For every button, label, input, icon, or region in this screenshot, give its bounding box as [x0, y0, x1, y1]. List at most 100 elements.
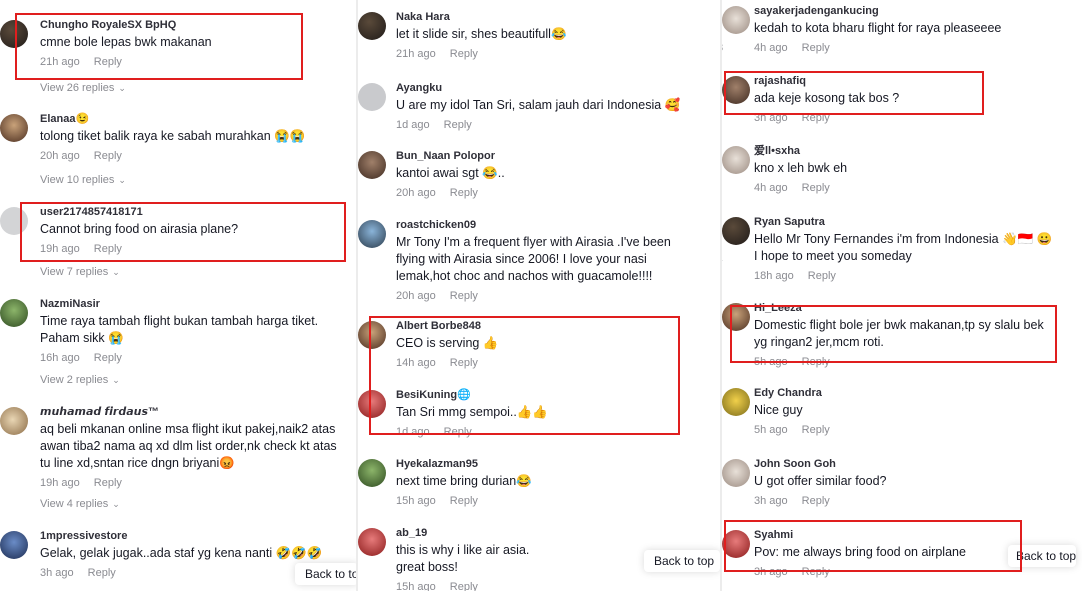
like-button[interactable]: ♡2 [722, 408, 724, 434]
chevron-down-icon: ⌄ [112, 375, 120, 385]
username[interactable]: Hyekalazman95 [396, 457, 716, 471]
reply-button[interactable]: Reply [94, 150, 122, 162]
username[interactable]: 1mpressivestore [40, 529, 352, 543]
avatar[interactable] [722, 388, 750, 416]
username[interactable]: Hi_Leeza [754, 301, 1054, 315]
avatar[interactable] [0, 114, 28, 142]
avatar[interactable] [358, 528, 386, 556]
username[interactable]: Ryan Saputra [754, 215, 1054, 229]
username[interactable]: Albert Borbe848 [396, 319, 716, 333]
reply-button[interactable]: Reply [802, 182, 830, 194]
reply-button[interactable]: Reply [450, 495, 478, 507]
reply-button[interactable]: Reply [802, 42, 830, 54]
avatar[interactable] [358, 220, 386, 248]
avatar[interactable] [0, 407, 28, 435]
reply-button[interactable]: Reply [808, 270, 836, 282]
back-to-top-button[interactable]: Back to top [644, 550, 720, 572]
username[interactable]: rajashafiq [754, 74, 1078, 88]
username[interactable]: roastchicken09 [396, 218, 690, 232]
avatar[interactable] [722, 217, 750, 245]
reply-button[interactable]: Reply [450, 357, 478, 369]
reply-button[interactable]: Reply [94, 477, 122, 489]
username[interactable]: 𝙢𝙪𝙝𝙖𝙢𝙖𝙙 𝙛𝙞𝙧𝙙𝙖𝙪𝙨™ [40, 405, 350, 419]
reply-button[interactable]: Reply [94, 352, 122, 364]
username[interactable]: Edy Chandra [754, 386, 1078, 400]
username[interactable]: sayakerjadengankucing [754, 4, 1078, 18]
timestamp: 1d ago [396, 119, 430, 131]
username[interactable]: Ayangku [396, 81, 716, 95]
like-count: 1 [722, 354, 724, 366]
timestamp: 3h ago [754, 566, 788, 578]
view-replies-button[interactable]: View 26 replies ⌄ [40, 82, 126, 94]
reply-button[interactable]: Reply [94, 243, 122, 255]
heart-icon: ♡ [722, 168, 724, 182]
avatar[interactable] [722, 146, 750, 174]
view-replies-button[interactable]: View 2 replies ⌄ [40, 374, 120, 386]
timestamp: 19h ago [40, 477, 80, 489]
reply-button[interactable]: Reply [450, 290, 478, 302]
timestamp: 3h ago [754, 495, 788, 507]
like-count: 1 [722, 492, 724, 504]
avatar[interactable] [0, 531, 28, 559]
back-to-top-button[interactable]: Back to to [295, 563, 356, 585]
avatar[interactable] [0, 207, 28, 235]
username[interactable]: user2174857418171 [40, 205, 352, 219]
reply-button[interactable]: Reply [802, 495, 830, 507]
username[interactable]: Naka Hara [396, 10, 716, 24]
avatar[interactable] [722, 303, 750, 331]
avatar[interactable] [722, 6, 750, 34]
view-replies-button[interactable]: View 7 replies ⌄ [40, 266, 120, 278]
reply-button[interactable]: Reply [802, 112, 830, 124]
view-replies-button[interactable]: View 4 replies ⌄ [40, 498, 120, 510]
avatar[interactable] [358, 459, 386, 487]
like-button[interactable]: ♡1 [722, 478, 724, 504]
avatar[interactable] [722, 459, 750, 487]
avatar[interactable] [0, 20, 28, 48]
like-button[interactable]: ♡4 [722, 98, 724, 124]
avatar[interactable] [722, 76, 750, 104]
username[interactable]: John Soon Goh [754, 457, 1078, 471]
avatar[interactable] [358, 390, 386, 418]
username[interactable]: Syahmi [754, 528, 1012, 542]
comment-text: aq beli mkanan online msa flight ikut pa… [40, 422, 337, 470]
avatar[interactable] [358, 151, 386, 179]
like-button[interactable]: ♡13 [722, 28, 724, 55]
reply-button[interactable]: Reply [444, 119, 472, 131]
username[interactable]: Bun_Naan Polopor [396, 149, 716, 163]
timestamp: 18h ago [754, 270, 794, 282]
username[interactable]: NazmiNasir [40, 297, 346, 311]
like-count: 3 [722, 182, 724, 194]
reply-button[interactable]: Reply [450, 581, 478, 591]
like-count: 4 [722, 112, 724, 124]
timestamp: 20h ago [396, 187, 436, 199]
username[interactable]: BesiKuning🌐 [396, 388, 716, 402]
like-button[interactable]: ♡11 [722, 238, 724, 265]
avatar[interactable] [722, 530, 750, 558]
reply-button[interactable]: Reply [444, 426, 472, 438]
chevron-down-icon: ⌄ [118, 175, 126, 185]
avatar[interactable] [358, 321, 386, 349]
reply-button[interactable]: Reply [88, 567, 116, 579]
timestamp: 21h ago [40, 56, 80, 68]
username[interactable]: Elanaa😉 [40, 112, 352, 126]
chevron-down-icon: ⌄ [112, 267, 120, 277]
like-button[interactable]: ♡1 [722, 340, 724, 366]
username[interactable]: Chungho RoyaleSX BpHQ [40, 18, 352, 32]
reply-button[interactable]: Reply [802, 356, 830, 368]
avatar[interactable] [0, 299, 28, 327]
avatar[interactable] [358, 12, 386, 40]
reply-button[interactable]: Reply [94, 56, 122, 68]
timestamp: 14h ago [396, 357, 436, 369]
reply-button[interactable]: Reply [802, 424, 830, 436]
username[interactable]: 爱ll•sxha [754, 144, 1078, 158]
timestamp: 19h ago [40, 243, 80, 255]
reply-button[interactable]: Reply [450, 48, 478, 60]
reply-button[interactable]: Reply [802, 566, 830, 578]
comments-panel-1: Chungho RoyaleSX BpHQ cmne bole lepas bw… [0, 0, 356, 591]
reply-button[interactable]: Reply [450, 187, 478, 199]
like-button[interactable]: ♡3 [722, 168, 724, 194]
avatar[interactable] [358, 83, 386, 111]
view-replies-button[interactable]: View 10 replies ⌄ [40, 174, 126, 186]
back-to-top-button[interactable]: Back to top [1008, 545, 1077, 567]
username[interactable]: ab_19 [396, 526, 560, 540]
